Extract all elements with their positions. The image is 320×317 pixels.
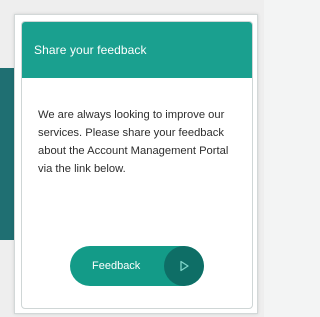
card-description: We are always looking to improve our ser… — [38, 109, 229, 175]
play-icon — [164, 246, 204, 286]
play-triangle-icon — [180, 260, 189, 272]
card-body: We are always looking to improve our ser… — [22, 78, 252, 178]
feedback-button[interactable]: Feedback — [70, 246, 204, 286]
feedback-card-inner: Share your feedback We are always lookin… — [21, 21, 253, 309]
feedback-card: Share your feedback We are always lookin… — [14, 14, 258, 314]
card-title: Share your feedback — [34, 43, 147, 57]
card-header: Share your feedback — [22, 22, 252, 78]
feedback-button-label: Feedback — [92, 260, 141, 272]
page: Share your feedback We are always lookin… — [0, 0, 264, 317]
